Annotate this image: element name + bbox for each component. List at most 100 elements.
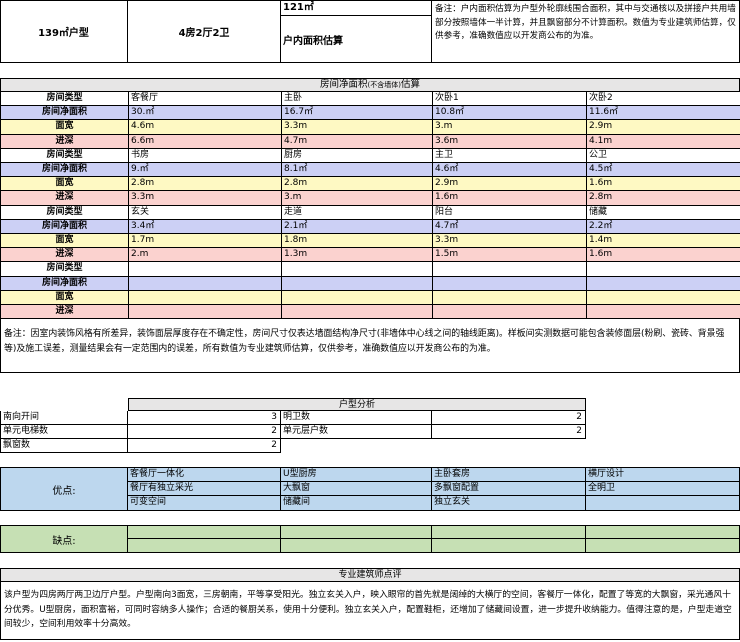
room-row-label: 进深	[1, 305, 129, 320]
cons-item	[128, 525, 281, 539]
room-cell: 主卧	[282, 92, 433, 107]
room-row-label: 房间类型	[1, 262, 129, 277]
unit-layout-label: 4房2厅2卫	[128, 0, 281, 63]
room-cell: 4.6㎡	[433, 163, 587, 178]
analysis-label: 南向开间	[0, 411, 128, 425]
room-table-title-small: (不含墙体)	[367, 81, 401, 89]
room-row-label: 房间净面积	[1, 163, 129, 178]
room-cell	[433, 262, 587, 277]
room-row-label: 房间类型	[1, 92, 129, 107]
analysis-label: 飘窗数	[0, 439, 128, 453]
analysis-label: 单元层户数	[281, 425, 432, 439]
room-cell: 2.9m	[587, 120, 740, 135]
cons-item	[281, 525, 432, 539]
area-note: 备注：户内面积估算为户型外轮廓线围合面积，其中与交通核以及拼接户共用墙部分按照墙…	[435, 4, 736, 41]
room-table-title: 房间净面积(不含墙体)估算	[0, 78, 740, 92]
room-row-label: 进深	[1, 191, 129, 206]
analysis-label: 单元电梯数	[0, 425, 128, 439]
room-cell	[587, 305, 740, 320]
room-cell	[282, 290, 433, 305]
pros-item: 横厅设计	[586, 467, 740, 482]
analysis-value: 2	[432, 425, 586, 439]
pros-item: 独立玄关	[432, 496, 586, 511]
pros-item: 大飘窗	[281, 481, 432, 497]
estimated-area-value: 121㎡	[281, 0, 432, 16]
cons-item	[586, 525, 740, 539]
room-row-label: 面宽	[1, 120, 129, 135]
room-cell: 阳台	[433, 205, 587, 220]
room-cell: 1.7m	[129, 234, 282, 249]
unit-area-label: 139㎡户型	[0, 0, 128, 63]
pros-item: U型厨房	[281, 467, 432, 482]
room-table-title-main: 房间净面积	[320, 79, 368, 90]
room-cell: 储藏	[587, 205, 740, 220]
pros-item	[586, 496, 740, 511]
estimated-area-label: 户内面积估算	[281, 16, 432, 63]
room-row-label: 进深	[1, 248, 129, 263]
room-row-label: 面宽	[1, 234, 129, 249]
pros-item: 客餐厅一体化	[128, 467, 281, 482]
review-title: 专业建筑师点评	[0, 568, 740, 582]
room-cell: 厨房	[282, 148, 433, 163]
room-row-label: 房间类型	[1, 205, 129, 220]
cons-item	[586, 539, 740, 553]
room-cell: 8.1㎡	[282, 163, 433, 178]
room-cell: 公卫	[587, 148, 740, 163]
room-cell	[282, 305, 433, 320]
analysis-table: 南向开间 3 明卫数 2 单元电梯数 2 单元层户数 2 飘窗数 2	[0, 411, 586, 453]
analysis-label: 明卫数	[281, 411, 432, 425]
room-cell	[433, 305, 587, 320]
room-table-note: 备注：因室内装饰风格有所差异，装饰面层厚度存在不确定性，房间尺寸仅表达墙面结构净…	[0, 319, 740, 373]
room-table-title-suffix: 估算	[400, 79, 420, 90]
pros-item: 可变空间	[128, 496, 281, 511]
room-row-label: 进深	[1, 134, 129, 149]
room-cell: 3.3m	[433, 234, 587, 249]
room-cell: 10.8㎡	[433, 106, 587, 121]
room-cell: 书房	[129, 148, 282, 163]
room-cell: 4.6m	[129, 120, 282, 135]
room-cell: 1.4m	[587, 234, 740, 249]
review-text: 该户型为四房两厅两卫边厅户型。户型南向3面宽，三房朝南，平等享受阳光。独立玄关入…	[0, 582, 740, 640]
cons-table	[128, 525, 740, 553]
room-cell: 2.2㎡	[587, 219, 740, 234]
room-row-label: 面宽	[1, 290, 129, 305]
room-cell: 2.8m	[282, 177, 433, 192]
room-cell: 4.5㎡	[587, 163, 740, 178]
room-cell: 9.㎡	[129, 163, 282, 178]
analysis-value: 3	[128, 411, 281, 425]
room-cell: 4.7m	[282, 134, 433, 149]
room-row-label: 房间类型	[1, 148, 129, 163]
room-cell: 次卧2	[587, 92, 740, 107]
room-table: 房间类型 客餐厅 主卧 次卧1 次卧2 房间净面积 30.㎡ 16.7㎡ 10.8㎡ 11.6㎡面…	[0, 92, 740, 320]
room-cell	[433, 290, 587, 305]
room-cell: 4.7㎡	[433, 219, 587, 234]
room-row-label: 房间净面积	[1, 106, 129, 121]
cons-item	[281, 539, 432, 553]
room-cell: 走道	[282, 205, 433, 220]
room-cell: 主卫	[433, 148, 587, 163]
room-cell: 11.6㎡	[587, 106, 740, 121]
room-cell: 次卧1	[433, 92, 587, 107]
room-cell	[587, 290, 740, 305]
room-cell	[129, 305, 282, 320]
cons-item	[432, 539, 586, 553]
room-cell: 4.1m	[587, 134, 740, 149]
pros-item: 餐厅有独立采光	[128, 481, 281, 497]
room-cell	[129, 262, 282, 277]
room-cell	[282, 276, 433, 291]
pros-item: 全明卫	[586, 481, 740, 497]
room-cell: 30.㎡	[129, 106, 282, 121]
room-row-label: 房间净面积	[1, 219, 129, 234]
room-cell: 2.8m	[587, 191, 740, 206]
cons-item	[432, 525, 586, 539]
cons-label: 缺点:	[0, 525, 128, 553]
room-cell: 3.3m	[282, 120, 433, 135]
analysis-value: 2	[128, 425, 281, 439]
room-cell: 1.6m	[587, 248, 740, 263]
room-cell: 2.1㎡	[282, 219, 433, 234]
room-cell	[129, 290, 282, 305]
room-cell: 2.9m	[433, 177, 587, 192]
pros-item: 储藏间	[281, 496, 432, 511]
analysis-title: 户型分析	[128, 398, 586, 411]
room-cell: 3.4㎡	[129, 219, 282, 234]
